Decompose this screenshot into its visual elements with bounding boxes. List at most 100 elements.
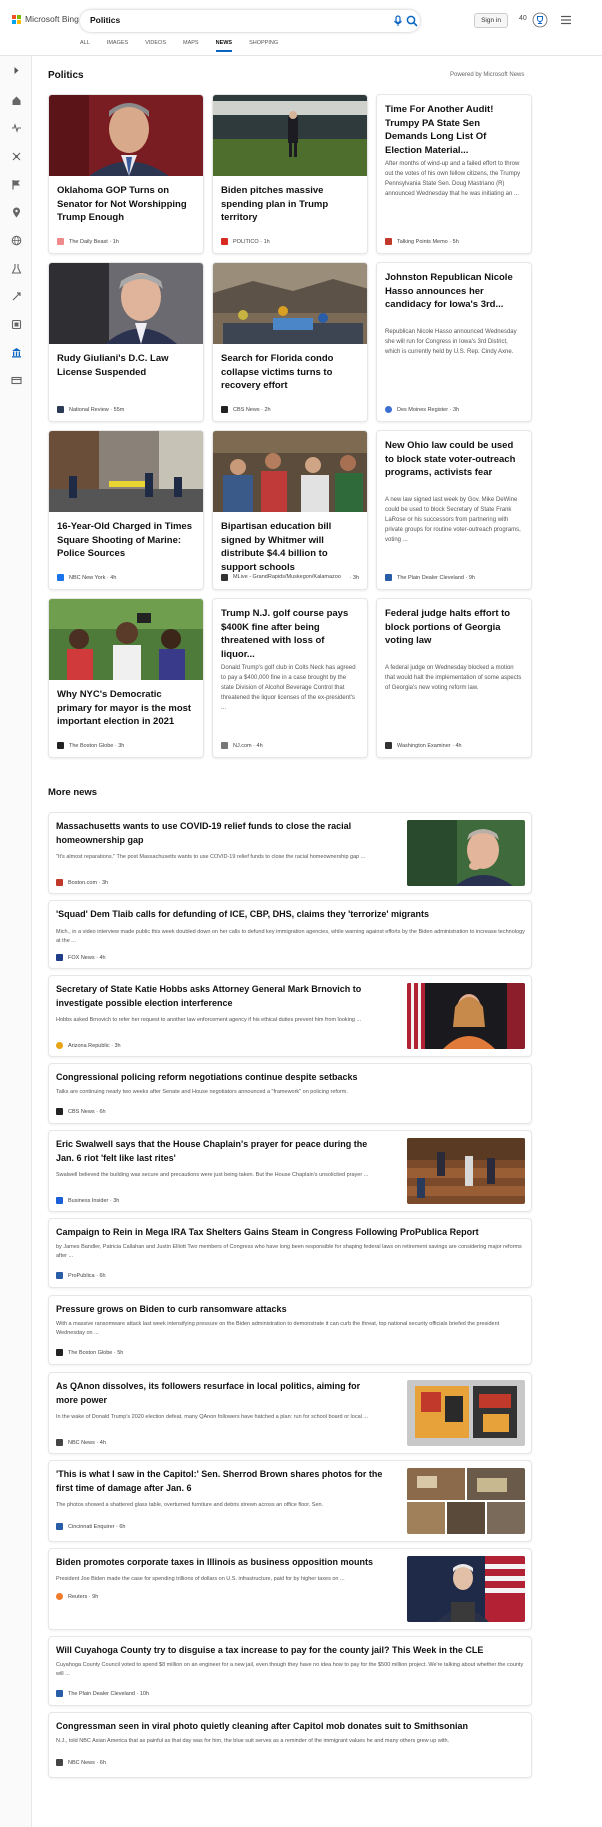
card-title[interactable]: Why NYC's Democratic primary for mayor i… — [57, 688, 195, 729]
us-news-icon[interactable] — [9, 121, 23, 135]
more-news-item[interactable]: Will Cuyahoga County try to disguise a t… — [48, 1636, 532, 1706]
rewards-points[interactable]: 40 — [519, 15, 527, 22]
news-card[interactable]: Search for Florida condo collapse victim… — [212, 262, 368, 422]
card-source[interactable]: Des Moines Register · 3h — [385, 406, 459, 413]
card-title[interactable]: Trump N.J. golf course pays $400K fine a… — [221, 607, 359, 661]
local-icon[interactable] — [9, 205, 23, 219]
card-title[interactable]: Biden pitches massive spending plan in T… — [221, 184, 359, 225]
tab-all[interactable]: ALL — [80, 40, 90, 56]
item-title[interactable]: Eric Swalwell says that the House Chapla… — [56, 1138, 376, 1165]
card-source[interactable]: Washington Examiner · 4h — [385, 742, 462, 749]
card-source[interactable]: The Boston Globe · 3h — [57, 742, 124, 749]
more-news-item[interactable]: Campaign to Rein in Mega IRA Tax Shelter… — [48, 1218, 532, 1288]
card-title[interactable]: Rudy Giuliani's D.C. Law License Suspend… — [57, 352, 195, 379]
item-title[interactable]: Campaign to Rein in Mega IRA Tax Shelter… — [56, 1226, 526, 1240]
politics-icon[interactable] — [9, 345, 23, 359]
tab-images[interactable]: IMAGES — [107, 40, 128, 56]
card-title[interactable]: Search for Florida condo collapse victim… — [221, 352, 359, 393]
item-title[interactable]: Congressman seen in viral photo quietly … — [56, 1720, 526, 1734]
powered-by[interactable]: Powered by Microsoft News — [450, 72, 524, 78]
news-card[interactable]: Time For Another Audit! Trumpy PA State … — [376, 94, 532, 254]
card-title[interactable]: Bipartisan education bill signed by Whit… — [221, 520, 359, 574]
flag-icon[interactable] — [9, 177, 23, 191]
search-box[interactable]: Politics — [80, 10, 420, 32]
card-title[interactable]: 16-Year-Old Charged in Times Square Shoo… — [57, 520, 195, 561]
item-source[interactable]: Cincinnati Enquirer · 6h — [56, 1523, 125, 1530]
more-news-item[interactable]: Secretary of State Katie Hobbs asks Atto… — [48, 975, 532, 1057]
item-source[interactable]: The Boston Globe · 5h — [56, 1349, 123, 1356]
more-news-item[interactable]: Pressure grows on Biden to curb ransomwa… — [48, 1295, 532, 1365]
card-source[interactable]: NJ.com · 4h — [221, 742, 263, 749]
card-source[interactable]: National Review · 55m — [57, 406, 124, 413]
item-title[interactable]: Secretary of State Katie Hobbs asks Atto… — [56, 983, 376, 1010]
card-source[interactable]: MLive - GrandRapids/Muskegon/Kalamazoo ·… — [221, 574, 359, 581]
news-card[interactable]: Biden pitches massive spending plan in T… — [212, 94, 368, 254]
item-source[interactable]: ProPublica · 6h — [56, 1272, 106, 1279]
globe-icon[interactable] — [9, 233, 23, 247]
more-news-item[interactable]: Massachusetts wants to use COVID-19 reli… — [48, 812, 532, 894]
item-source[interactable]: Boston.com · 3h — [56, 879, 108, 886]
tab-shopping[interactable]: SHOPPING — [249, 40, 278, 56]
tab-maps[interactable]: MAPS — [183, 40, 199, 56]
item-source[interactable]: FOX News · 4h — [56, 954, 106, 961]
news-card[interactable]: 16-Year-Old Charged in Times Square Shoo… — [48, 430, 204, 590]
item-title[interactable]: Congressional policing reform negotiatio… — [56, 1071, 526, 1085]
more-news-item[interactable]: 'This is what I saw in the Capitol:' Sen… — [48, 1460, 532, 1542]
item-title[interactable]: Biden promotes corporate taxes in Illino… — [56, 1556, 396, 1570]
search-icon[interactable] — [406, 15, 418, 27]
item-title[interactable]: As QAnon dissolves, its followers resurf… — [56, 1380, 376, 1407]
science-icon[interactable] — [9, 261, 23, 275]
item-source[interactable]: CBS News · 6h — [56, 1108, 106, 1115]
more-news-item[interactable]: Congressional policing reform negotiatio… — [48, 1063, 532, 1124]
more-news-item[interactable]: Eric Swalwell says that the House Chapla… — [48, 1130, 532, 1212]
news-card[interactable]: Johnston Republican Nicole Hasso announc… — [376, 262, 532, 422]
more-news-item[interactable]: As QAnon dissolves, its followers resurf… — [48, 1372, 532, 1454]
card-title[interactable]: Federal judge halts effort to block port… — [385, 607, 523, 648]
card-source[interactable]: Talking Points Memo · 5h — [385, 238, 459, 245]
search-input[interactable]: Politics — [90, 15, 120, 25]
card-source[interactable]: The Plain Dealer Cleveland · 9h — [385, 574, 475, 581]
item-source[interactable]: The Plain Dealer Cleveland · 10h — [56, 1690, 149, 1697]
item-title[interactable]: 'This is what I saw in the Capitol:' Sen… — [56, 1468, 396, 1495]
news-card[interactable]: Federal judge halts effort to block port… — [376, 598, 532, 758]
tab-news[interactable]: NEWS — [215, 40, 232, 56]
news-card[interactable]: Oklahoma GOP Turns on Senator for Not Wo… — [48, 94, 204, 254]
item-title[interactable]: Will Cuyahoga County try to disguise a t… — [56, 1644, 526, 1658]
item-title[interactable]: 'Squad' Dem Tlaib calls for defunding of… — [56, 908, 526, 922]
microphone-icon[interactable] — [392, 15, 404, 27]
card-title[interactable]: Time For Another Audit! Trumpy PA State … — [385, 103, 523, 157]
money-icon[interactable] — [9, 373, 23, 387]
item-source[interactable]: NBC News · 4h — [56, 1439, 106, 1446]
item-source[interactable]: NBC News · 6h — [56, 1759, 106, 1766]
news-card[interactable]: Rudy Giuliani's D.C. Law License Suspend… — [48, 262, 204, 422]
more-news-item[interactable]: Biden promotes corporate taxes in Illino… — [48, 1548, 532, 1630]
card-source[interactable]: The Daily Beast · 1h — [57, 238, 119, 245]
news-card[interactable]: Why NYC's Democratic primary for mayor i… — [48, 598, 204, 758]
card-source[interactable]: POLITICO · 1h — [221, 238, 270, 245]
technology-icon[interactable] — [9, 289, 23, 303]
news-card[interactable]: Bipartisan education bill signed by Whit… — [212, 430, 368, 590]
more-news-item[interactable]: 'Squad' Dem Tlaib calls for defunding of… — [48, 900, 532, 969]
card-title[interactable]: New Ohio law could be used to block stat… — [385, 439, 523, 480]
home-icon[interactable] — [9, 93, 23, 107]
bing-logo[interactable]: Microsoft Bing — [12, 14, 79, 24]
menu-icon[interactable] — [560, 14, 572, 26]
card-source[interactable]: NBC New York · 4h — [57, 574, 116, 581]
card-source[interactable]: CBS News · 2h — [221, 406, 271, 413]
rewards-trophy-icon[interactable] — [532, 12, 548, 28]
item-source[interactable]: Reuters · 9h — [56, 1593, 98, 1600]
card-title[interactable]: Johnston Republican Nicole Hasso announc… — [385, 271, 523, 312]
news-card[interactable]: Trump N.J. golf course pays $400K fine a… — [212, 598, 368, 758]
expand-icon[interactable] — [9, 63, 23, 77]
world-icon[interactable] — [9, 149, 23, 163]
sign-in-button[interactable]: Sign in — [474, 13, 508, 28]
item-source[interactable]: Business Insider · 3h — [56, 1197, 119, 1204]
item-title[interactable]: Pressure grows on Biden to curb ransomwa… — [56, 1303, 526, 1317]
entertainment-icon[interactable] — [9, 317, 23, 331]
tab-videos[interactable]: VIDEOS — [145, 40, 166, 56]
more-news-item[interactable]: Congressman seen in viral photo quietly … — [48, 1712, 532, 1778]
item-source[interactable]: Arizona Republic · 3h — [56, 1042, 121, 1049]
news-card[interactable]: New Ohio law could be used to block stat… — [376, 430, 532, 590]
item-title[interactable]: Massachusetts wants to use COVID-19 reli… — [56, 820, 376, 847]
card-title[interactable]: Oklahoma GOP Turns on Senator for Not Wo… — [57, 184, 195, 225]
